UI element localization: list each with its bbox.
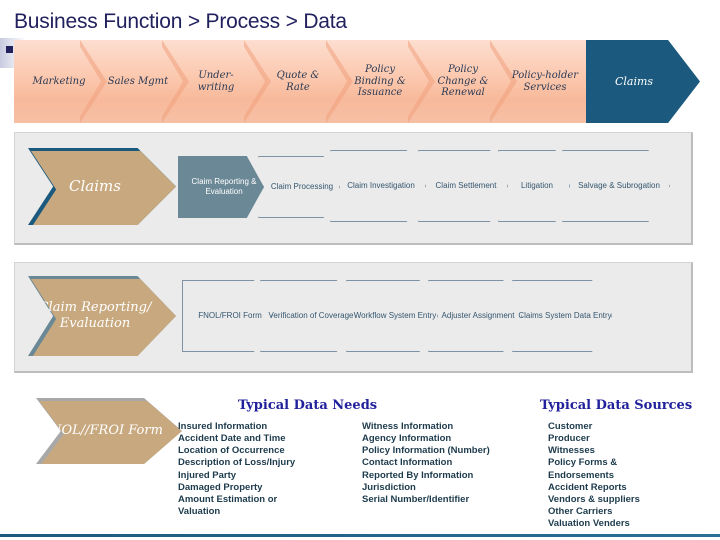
value-chain-step-label: Policy Binding & Issuance bbox=[354, 63, 406, 99]
data-need-item: Valuation bbox=[178, 506, 221, 518]
claims-step-label: Claim Settlement bbox=[435, 181, 497, 191]
value-chain-step-label: Claims bbox=[614, 75, 654, 88]
data-need-item: Description of Loss/Injury bbox=[178, 457, 296, 469]
value-chain-step-underwriting[interactable]: Under-writing bbox=[182, 40, 250, 123]
reporting-step-label: Adjuster Assignment bbox=[441, 311, 515, 321]
value-chain-step-label: Policy Change & Renewal bbox=[437, 63, 489, 99]
claims-step-litigation[interactable]: Litigation bbox=[498, 150, 570, 222]
data-source-item: Producer bbox=[548, 433, 590, 445]
reporting-step-workflow-system-entry[interactable]: Workflow System Entry bbox=[346, 280, 438, 352]
value-chain-step-claims-highlight[interactable]: Claims bbox=[586, 40, 700, 123]
data-need-item: Jurisdiction bbox=[362, 481, 416, 493]
data-need-item: Reported By Information bbox=[362, 469, 474, 481]
data-source-item: Accident Reports bbox=[548, 481, 627, 493]
value-chain-step-label: Quote & Rate bbox=[276, 69, 320, 93]
claims-step-label: Claim Investigation bbox=[347, 181, 415, 191]
data-need-item: Contact Information bbox=[362, 457, 453, 469]
data-needs-column-2: Witness Information Agency Information P… bbox=[362, 421, 490, 506]
data-source-item: Valuation Venders bbox=[548, 518, 630, 530]
typical-data-needs-heading: Typical Data Needs bbox=[238, 398, 378, 413]
claims-step-claim-settlement[interactable]: Claim Settlement bbox=[418, 150, 508, 222]
data-need-item: Location of Occurrence bbox=[178, 445, 285, 457]
reporting-step-adjuster-assignment[interactable]: Adjuster Assignment bbox=[428, 280, 522, 352]
data-source-item: Policy Forms & bbox=[548, 457, 618, 469]
data-subject-chevron[interactable]: FNOL//FROI Form bbox=[36, 398, 182, 464]
claims-step-label: Claim Processing bbox=[270, 182, 334, 192]
claims-step-label: Claim Reporting & Evaluation bbox=[191, 177, 257, 196]
claims-step-salvage-subrogation[interactable]: Salvage & Subrogation bbox=[562, 150, 670, 222]
value-chain-step-marketing[interactable]: Marketing bbox=[20, 40, 98, 123]
reporting-step-label: Verification of Coverage bbox=[268, 311, 354, 321]
data-source-item: Endorsements bbox=[548, 469, 614, 481]
data-need-item: Witness Information bbox=[362, 421, 454, 432]
data-source-item: Other Carriers bbox=[548, 506, 613, 518]
slide-canvas: Business Function > Process > Data Marke… bbox=[0, 0, 720, 540]
reporting-step-claims-system-data-entry[interactable]: Claims System Data Entry bbox=[512, 280, 612, 352]
data-source-item: Customer bbox=[548, 421, 593, 432]
value-chain-step-label: Sales Mgmt bbox=[107, 75, 169, 87]
data-need-item: Accident Date and Time bbox=[178, 433, 286, 445]
value-chain-row: Marketing Sales Mgmt Under-writing Quote… bbox=[14, 40, 700, 123]
reporting-step-label: Claims System Data Entry bbox=[518, 311, 612, 321]
claims-parent-label: Claims bbox=[69, 177, 121, 196]
data-need-item: Insured Information bbox=[178, 421, 268, 432]
value-chain-step-sales-mgmt[interactable]: Sales Mgmt bbox=[106, 40, 170, 123]
value-chain-step-label: Under-writing bbox=[197, 69, 235, 93]
data-subject-label: FNOL//FROI Form bbox=[41, 423, 163, 439]
data-need-item: Serial Number/Identifier bbox=[362, 493, 470, 505]
reporting-step-label: Workflow System Entry bbox=[353, 311, 437, 321]
data-need-item: Amount Estimation or bbox=[178, 493, 278, 505]
reporting-step-verification-of-coverage[interactable]: Verification of Coverage bbox=[260, 280, 356, 352]
value-chain-step-label: Marketing bbox=[32, 75, 86, 87]
data-need-item: Agency Information bbox=[362, 433, 452, 445]
page-title: Business Function > Process > Data bbox=[14, 10, 347, 33]
data-need-item: Injured Party bbox=[178, 469, 237, 481]
data-need-item: Policy Information (Number) bbox=[362, 445, 490, 457]
data-need-item: Damaged Property bbox=[178, 481, 263, 493]
slide-baseline bbox=[0, 534, 720, 537]
claims-step-claim-reporting-evaluation[interactable]: Claim Reporting & Evaluation bbox=[178, 156, 264, 218]
bullet-square-icon bbox=[6, 46, 13, 53]
value-chain-step-policyholder-services[interactable]: Policy-holder Services bbox=[508, 40, 582, 123]
value-chain-step-quote-rate[interactable]: Quote & Rate bbox=[264, 40, 332, 123]
data-sources-column: Customer Producer Witnesses Policy Forms… bbox=[548, 421, 640, 530]
reporting-step-fnol-froi-form[interactable]: FNOL/FROI Form bbox=[182, 280, 272, 352]
reporting-step-label: FNOL/FROI Form bbox=[198, 311, 262, 321]
value-chain-step-policy-change[interactable]: Policy Change & Renewal bbox=[428, 40, 498, 123]
value-chain-step-label: Policy-holder Services bbox=[511, 69, 579, 93]
data-needs-column-1: Insured Information Accident Date and Ti… bbox=[178, 421, 295, 518]
value-chain-step-policy-binding[interactable]: Policy Binding & Issuance bbox=[344, 40, 416, 123]
claims-step-label: Litigation bbox=[520, 181, 554, 191]
typical-data-sources-heading: Typical Data Sources bbox=[540, 398, 693, 413]
claims-step-claim-investigation[interactable]: Claim Investigation bbox=[330, 150, 426, 222]
data-source-item: Witnesses bbox=[548, 445, 595, 457]
claims-step-claim-processing[interactable]: Claim Processing bbox=[258, 156, 340, 218]
claims-step-label: Salvage & Subrogation bbox=[578, 181, 660, 191]
data-source-item: Vendors & suppliers bbox=[548, 493, 640, 505]
